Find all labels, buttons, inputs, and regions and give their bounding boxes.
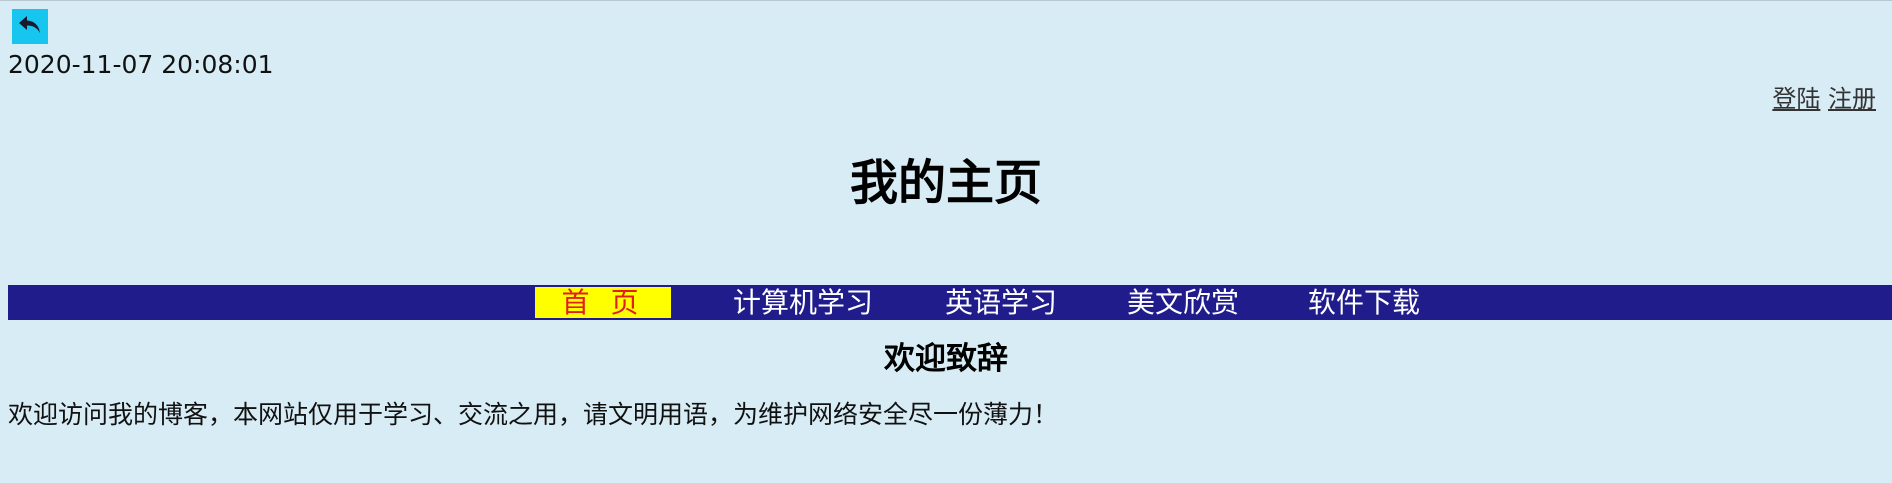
- back-button[interactable]: [12, 9, 48, 44]
- login-link[interactable]: 登陆: [1772, 85, 1820, 113]
- nav-item-essays[interactable]: 美文欣赏: [1127, 285, 1239, 320]
- nav-item-software-download[interactable]: 软件下载: [1308, 285, 1420, 320]
- register-link[interactable]: 注册: [1828, 85, 1876, 113]
- back-arrow-icon: [17, 14, 43, 40]
- welcome-heading: 欢迎致辞: [884, 341, 1008, 377]
- current-datetime: 2020-11-07 20:08:01: [8, 50, 274, 79]
- nav-item-english-learning[interactable]: 英语学习: [945, 285, 1057, 320]
- auth-links: 登陆 注册: [1772, 83, 1876, 115]
- welcome-message: 欢迎访问我的博客，本网站仅用于学习、交流之用，请文明用语，为维护网络安全尽一份薄…: [8, 400, 1059, 429]
- nav-item-computer-learning[interactable]: 计算机学习: [733, 285, 873, 320]
- nav-item-home[interactable]: 首 页: [535, 287, 671, 318]
- main-navbar: 首 页 计算机学习 英语学习 美文欣赏 软件下载: [8, 285, 1892, 320]
- page-title: 我的主页: [849, 155, 1042, 211]
